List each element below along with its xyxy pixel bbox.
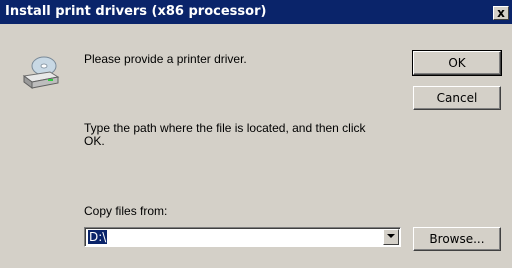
install-print-drivers-dialog: Install print drivers (x86 processor) x … (0, 0, 512, 268)
copy-files-from-label: Copy files from: (84, 204, 168, 218)
instructions-text: Type the path where the file is located,… (84, 122, 366, 148)
disk-drive-icon (20, 52, 62, 94)
dropdown-button[interactable] (383, 229, 399, 245)
instructions-line-1: Type the path where the file is located,… (84, 121, 366, 135)
window-title: Install print drivers (x86 processor) (5, 4, 267, 19)
browse-button[interactable]: Browse... (413, 227, 501, 251)
title-bar[interactable]: Install print drivers (x86 processor) x (0, 0, 512, 24)
path-input-value[interactable]: D:\ (88, 230, 108, 244)
ok-button[interactable]: OK (412, 50, 502, 76)
copy-files-from-combobox[interactable]: D:\ (84, 227, 401, 247)
close-button[interactable]: x (493, 6, 509, 20)
prompt-text: Please provide a printer driver. (84, 52, 247, 66)
close-icon: x (497, 6, 505, 20)
instructions-line-2: OK. (84, 134, 105, 148)
chevron-down-icon (387, 234, 395, 238)
cancel-button[interactable]: Cancel (413, 86, 501, 110)
